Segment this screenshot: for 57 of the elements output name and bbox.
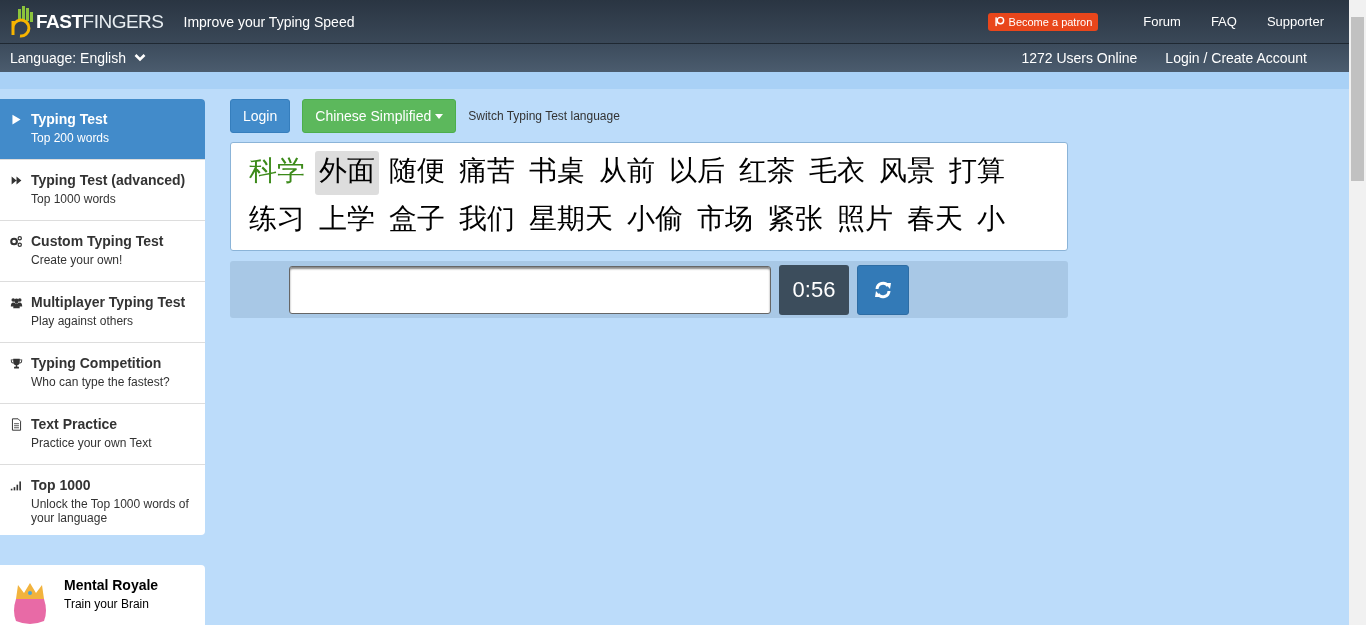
word: 风景 [878,153,936,189]
word: 盒子 [388,200,446,237]
sidebar-item[interactable]: Typing Test (advanced) Top 1000 words [0,160,205,221]
chevron-down-icon [134,53,146,63]
word: 春天 [906,200,964,237]
word: 紧张 [766,200,824,237]
word: 痛苦 [458,153,516,189]
sidebar-item[interactable]: Top 1000 Unlock the Top 1000 words of your language [0,465,205,535]
nav-link[interactable]: Supporter [1266,14,1324,30]
trophy-icon [10,357,23,370]
patron-logo-icon [993,16,1005,28]
sidebar-item[interactable]: Text Practice Practice your own Text [0,404,205,465]
play-icon [10,113,23,126]
restart-button[interactable] [857,264,909,315]
word: 照片 [836,200,894,237]
scrollbar[interactable] [1349,0,1366,625]
logo-text[interactable]: FASTFINGERS [36,10,164,33]
word: 书桌 [528,153,586,189]
word: 星期天 [528,200,614,237]
word: 随便 [388,153,446,189]
users-icon [10,296,23,309]
nav-link[interactable]: Forum [1143,14,1181,30]
word: 小 [976,200,1006,237]
gears-icon [10,235,23,248]
users-online-count: 1272 Users Online [1021,49,1138,66]
word: 从前 [598,153,656,189]
become-patron-button[interactable]: Become a patron [987,12,1099,31]
word: 毛衣 [808,153,866,189]
promo-card[interactable]: Mental Royale Train your Brain [0,565,205,625]
refresh-icon [873,279,893,300]
login-button[interactable]: Login [230,99,291,133]
signal-bars-icon [10,479,23,492]
caret-icon [435,113,444,119]
word: 外面 [315,151,379,195]
sidebar-item[interactable]: Custom Typing Test Create your own! [0,221,205,282]
login-create-account-link[interactable]: Login / Create Account [1165,49,1307,66]
word: 打算 [948,153,1006,189]
word: 以后 [668,153,726,189]
document-icon [10,418,23,431]
tagline: Improve your Typing Speed [183,13,355,30]
switch-language-hint: Switch Typing Test language [468,109,620,123]
countdown-timer: 0:56 [779,264,849,315]
sidebar-item[interactable]: Multiplayer Typing Test Play against others [0,282,205,343]
nav-link[interactable]: FAQ [1210,14,1237,30]
sidebar-item[interactable]: Typing Competition Who can type the fastest? [0,343,205,404]
fast-forward-icon [10,174,23,187]
word: 市场 [696,200,754,237]
sidebar-item[interactable]: Typing Test Top 200 words [0,99,205,160]
word: 练习 [248,200,306,237]
word: 上学 [318,200,376,237]
typing-input-field[interactable] [289,265,771,314]
word: 小偷 [626,200,684,237]
word: 我们 [458,200,516,237]
word: 红茶 [738,153,796,189]
language-selector[interactable]: Language: English [10,49,146,66]
hand-logo-icon [10,4,36,39]
word: 科学 [248,153,306,189]
